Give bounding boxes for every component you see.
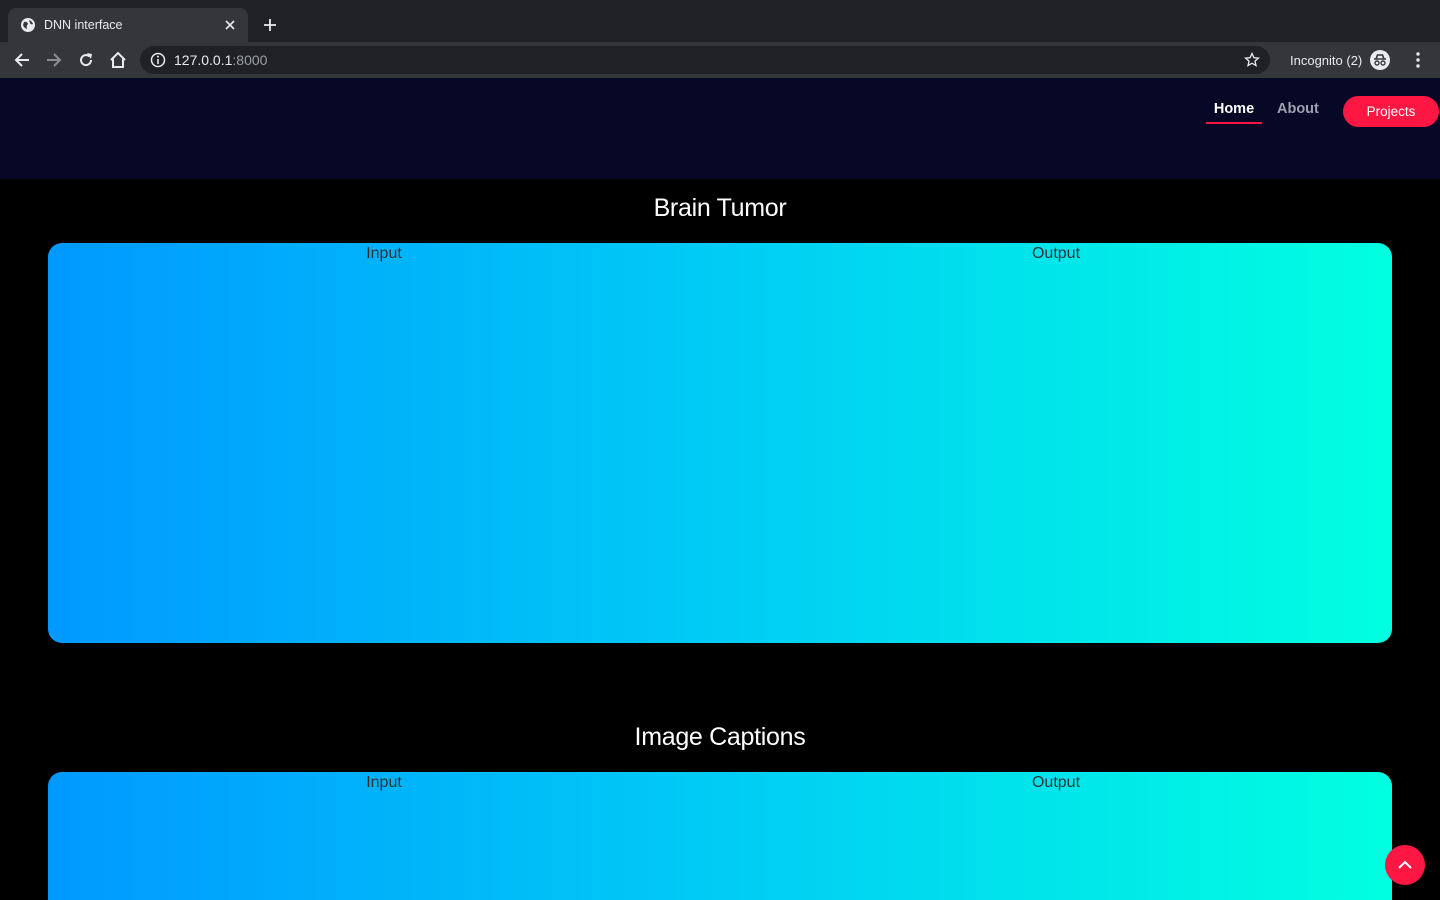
forward-arrow-icon[interactable] bbox=[42, 48, 66, 72]
url-text: 127.0.0.1:8000 bbox=[174, 52, 267, 68]
section-title: Brain Tumor bbox=[653, 194, 787, 222]
browser-tabstrip: DNN interface bbox=[0, 0, 1440, 42]
incognito-label: Incognito (2) bbox=[1290, 52, 1363, 68]
project-panel: Input Output bbox=[48, 772, 1392, 900]
browser-tab[interactable]: DNN interface bbox=[8, 8, 248, 42]
incognito-icon bbox=[1370, 50, 1391, 70]
nav-home-link[interactable]: Home bbox=[1206, 101, 1262, 124]
bookmark-star-icon[interactable] bbox=[1244, 52, 1260, 68]
info-icon[interactable] bbox=[150, 52, 166, 68]
output-label: Output bbox=[1031, 774, 1081, 791]
chevron-up-icon bbox=[1398, 860, 1412, 869]
back-arrow-icon[interactable] bbox=[10, 48, 34, 72]
site-header: Home About Projects bbox=[0, 78, 1440, 179]
browser-menu-icon[interactable] bbox=[1408, 50, 1428, 70]
output-label: Output bbox=[1031, 245, 1081, 262]
input-label: Input bbox=[366, 774, 402, 791]
browser-toolbar: 127.0.0.1:8000 Incognito (2) bbox=[0, 42, 1440, 78]
tab-title: DNN interface bbox=[44, 18, 123, 32]
close-tab-icon[interactable] bbox=[220, 15, 240, 35]
globe-icon bbox=[21, 18, 35, 32]
scroll-to-top-button[interactable] bbox=[1385, 845, 1425, 885]
new-tab-icon[interactable] bbox=[258, 13, 282, 37]
incognito-indicator[interactable]: Incognito (2) bbox=[1290, 50, 1391, 70]
home-icon[interactable] bbox=[106, 48, 130, 72]
section-title: Image Captions bbox=[634, 723, 806, 751]
projects-button[interactable]: Projects bbox=[1343, 96, 1439, 127]
nav-about-link[interactable]: About bbox=[1277, 101, 1319, 117]
reload-icon[interactable] bbox=[74, 48, 98, 72]
project-panel: Input Output bbox=[48, 243, 1392, 643]
url-port: :8000 bbox=[232, 52, 268, 68]
address-bar[interactable]: 127.0.0.1:8000 bbox=[140, 46, 1270, 74]
input-label: Input bbox=[366, 245, 402, 262]
url-host: 127.0.0.1 bbox=[174, 52, 233, 68]
